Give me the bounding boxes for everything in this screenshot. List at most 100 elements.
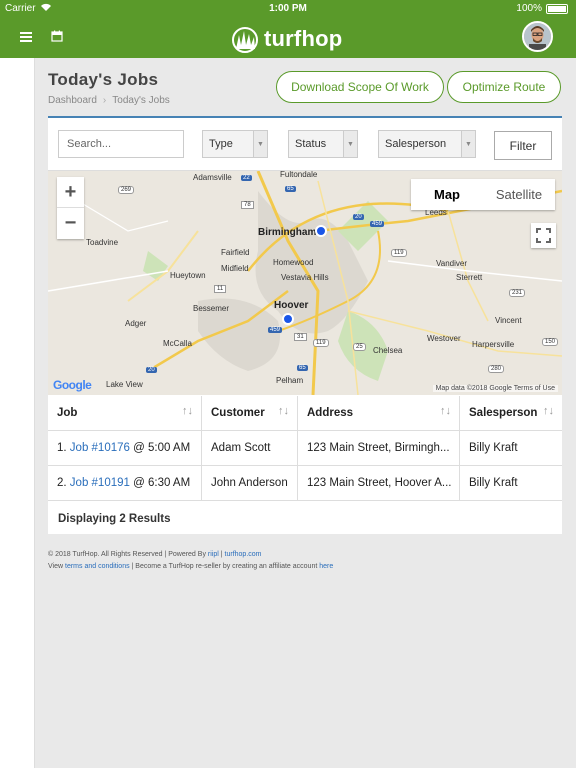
map-place-label: Birmingham [258, 227, 317, 238]
salesperson-cell: Billy Kraft [459, 431, 562, 465]
map-place-label: Chelsea [373, 346, 403, 355]
terms-line: View terms and conditions | Become a Tur… [48, 563, 333, 570]
map-place-label: Adger [125, 319, 147, 328]
battery-percent: 100% [516, 3, 542, 14]
type-select-value: Type [209, 138, 233, 150]
column-header-customer[interactable]: Customer ↑↓ [201, 396, 297, 430]
map-attribution[interactable]: Map data ©2018 Google Terms of Use [432, 385, 558, 392]
download-scope-button[interactable]: Download Scope Of Work [276, 71, 444, 103]
map-road-shield: 269 [118, 186, 135, 194]
job-cell: 2. Job #10191 @ 6:30 AM [48, 466, 201, 500]
footer-separator: | [220, 551, 223, 558]
job-time: @ 5:00 AM [133, 442, 191, 454]
column-header-job[interactable]: Job ↑↓ [48, 396, 201, 430]
filter-bar: Type ▼ Status ▼ Salesperson ▼ Filter [48, 118, 562, 171]
map-road-shield: 20 [146, 367, 157, 373]
map-road-shield: 20 [353, 214, 364, 220]
column-header-label: Salesperson [469, 407, 538, 419]
copyright-line: © 2018 TurfHop. All Rights Reserved | Po… [48, 551, 262, 558]
map-road-shield: 31 [294, 333, 307, 341]
route-map[interactable]: Adamsville Fultondale Leeds Toadvine Fai… [48, 171, 562, 395]
map-place-label: Adamsville [193, 173, 232, 182]
map-place-label: Vestavia Hills [281, 273, 329, 282]
search-input[interactable] [58, 130, 184, 158]
job-link[interactable]: Job #10191 [70, 477, 130, 489]
turfhop-site-link[interactable]: turfhop.com [225, 551, 262, 558]
riipl-link[interactable]: riipl [208, 551, 219, 558]
sort-icon[interactable]: ↑↓ [182, 405, 193, 417]
map-place-label: Hoover [274, 300, 309, 311]
row-number: 2. [57, 477, 67, 489]
map-road-shield: 119 [391, 249, 407, 257]
map-road-shield: 11 [214, 285, 227, 293]
map-road-shield: 78 [241, 201, 254, 209]
map-place-label: Midfield [221, 264, 249, 273]
map-place-label: Pelham [276, 376, 304, 385]
address-cell: 123 Main Street, Birmingh... [297, 431, 459, 465]
salesperson-cell: Billy Kraft [459, 466, 562, 500]
fullscreen-icon [536, 228, 551, 243]
map-road-shield: 65 [285, 186, 296, 192]
zoom-out-button[interactable]: − [57, 208, 84, 239]
sort-icon[interactable]: ↑↓ [543, 405, 554, 417]
map-place-label: Lake View [106, 380, 143, 389]
table-header: Job ↑↓ Customer ↑↓ Address ↑↓ Salesperso… [48, 396, 562, 431]
map-type-map-button[interactable]: Map [411, 179, 483, 210]
status-select-value: Status [295, 138, 327, 150]
column-header-salesperson[interactable]: Salesperson ↑↓ [459, 396, 562, 430]
job-location-marker[interactable] [315, 225, 327, 237]
column-header-address[interactable]: Address ↑↓ [297, 396, 459, 430]
breadcrumb-dashboard[interactable]: Dashboard [48, 95, 97, 106]
clock: 1:00 PM [269, 3, 307, 14]
map-road-shield: 280 [488, 365, 505, 373]
row-number: 1. [57, 442, 67, 454]
map-road-shield: 25 [353, 343, 366, 351]
optimize-route-button[interactable]: Optimize Route [447, 71, 561, 103]
column-header-label: Customer [211, 407, 265, 419]
map-road-shield: 119 [313, 339, 329, 347]
map-place-label: Bessemer [193, 304, 230, 313]
chevron-right-icon: › [102, 95, 107, 106]
calendar-icon[interactable] [51, 29, 65, 43]
map-place-label: Sterrett [456, 273, 483, 282]
customer-cell: Adam Scott [201, 431, 297, 465]
copyright-text: © 2018 TurfHop. All Rights Reserved | Po… [48, 551, 206, 558]
table-row[interactable]: 2. Job #10191 @ 6:30 AM John Anderson 12… [48, 466, 562, 501]
fullscreen-button[interactable] [531, 223, 556, 248]
logo-wordmark: turfhop [264, 26, 343, 51]
sort-icon[interactable]: ↑↓ [440, 405, 451, 417]
results-summary: Displaying 2 Results [58, 512, 171, 525]
status-select[interactable]: Status ▼ [288, 130, 358, 158]
chevron-down-icon: ▼ [253, 131, 267, 157]
job-time: @ 6:30 AM [133, 477, 191, 489]
affiliate-here-link[interactable]: here [319, 563, 333, 570]
chevron-down-icon: ▼ [343, 131, 357, 157]
salesperson-select[interactable]: Salesperson ▼ [378, 130, 476, 158]
zoom-in-button[interactable]: + [57, 177, 84, 208]
breadcrumb: Dashboard › Today's Jobs [48, 95, 170, 106]
map-place-label: Vandiver [436, 259, 467, 268]
type-select[interactable]: Type ▼ [202, 130, 268, 158]
map-type-satellite-button[interactable]: Satellite [483, 179, 555, 210]
hamburger-menu-icon[interactable] [20, 30, 36, 46]
reseller-text: | Become a TurfHop re-seller by creating… [131, 563, 318, 570]
table-row[interactable]: 1. Job #10176 @ 5:00 AM Adam Scott 123 M… [48, 431, 562, 466]
user-avatar[interactable] [522, 21, 553, 52]
map-road-shield: 459 [268, 327, 283, 333]
sort-icon[interactable]: ↑↓ [278, 405, 289, 417]
customer-cell: John Anderson [201, 466, 297, 500]
chevron-down-icon: ▼ [461, 131, 475, 157]
column-header-label: Job [57, 407, 78, 419]
status-bar: Carrier 1:00 PM 100% [0, 0, 576, 18]
terms-link[interactable]: terms and conditions [65, 563, 130, 570]
terms-prefix: View [48, 563, 64, 570]
google-logo: Google [53, 378, 92, 392]
jobs-panel: Type ▼ Status ▼ Salesperson ▼ Filter [48, 116, 562, 534]
turfhop-logo[interactable]: turfhop [230, 24, 342, 54]
job-link[interactable]: Job #10176 [70, 442, 130, 454]
map-place-label: Vincent [495, 316, 522, 325]
map-type-toggle: Map Satellite [411, 179, 555, 210]
job-location-marker[interactable] [282, 313, 294, 325]
filter-button[interactable]: Filter [494, 131, 552, 160]
sidebar [0, 58, 35, 768]
